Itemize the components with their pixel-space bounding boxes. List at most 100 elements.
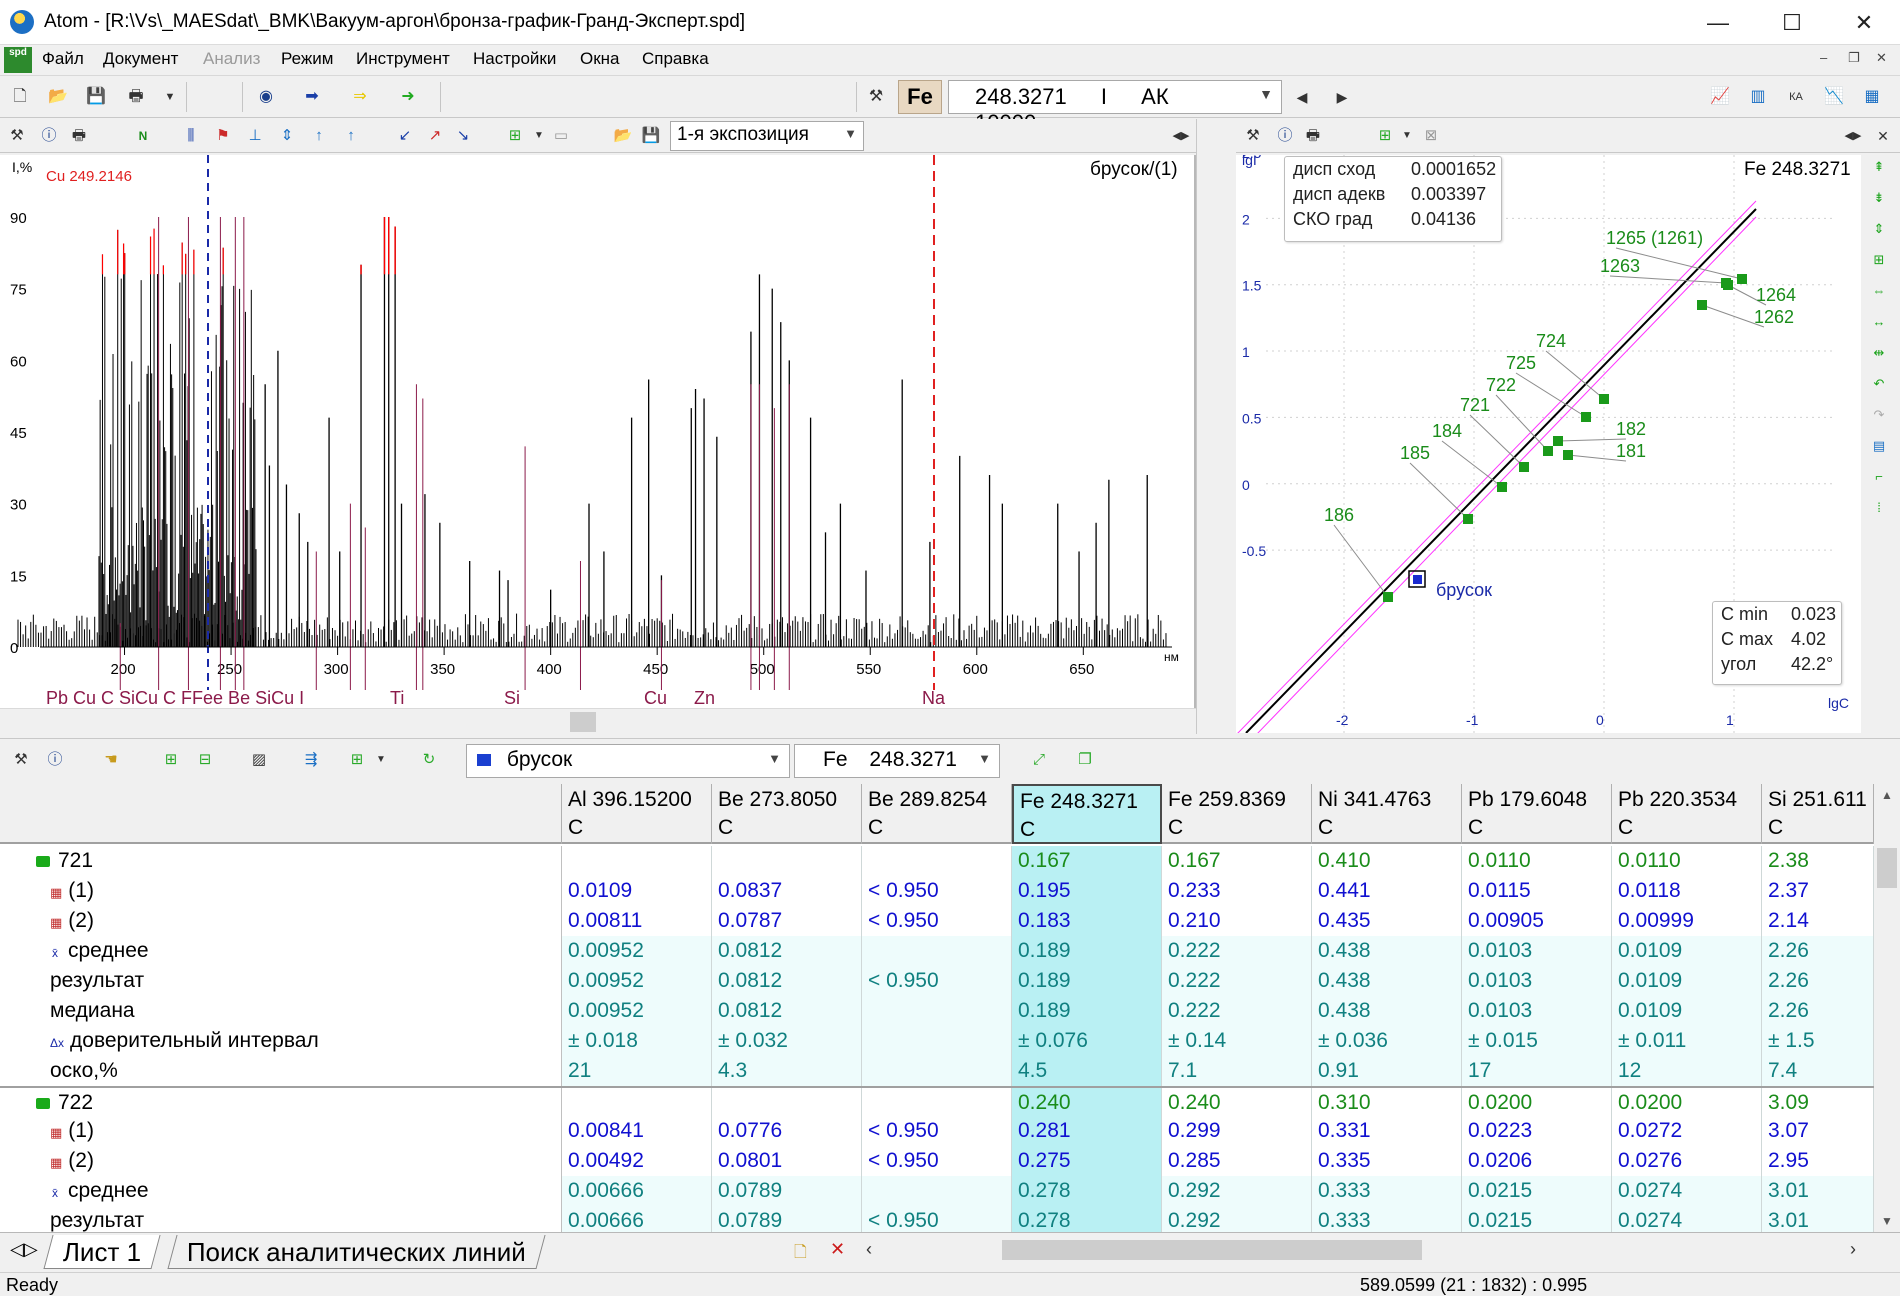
analytical-line-select[interactable]: Fe 248.3271 ▼ xyxy=(794,744,1000,778)
table-cell[interactable]: 0.333 xyxy=(1312,1206,1462,1232)
bars-icon[interactable]: ▥ xyxy=(1746,85,1770,109)
menu-mode[interactable]: Режим xyxy=(281,49,333,69)
element-fe-button[interactable]: Fe xyxy=(898,80,942,114)
close-button[interactable]: ✕ xyxy=(1828,0,1900,45)
column-header[interactable]: Pb 179.6048 C xyxy=(1462,784,1612,844)
table-cell[interactable]: 0.278 xyxy=(1012,1206,1162,1232)
table-row[interactable]: ▦ (1) 0.0109 0.0837 < 0.950 0.195 0.233 0.441 0.… xyxy=(0,876,1874,906)
print-icon[interactable]: 🖶 xyxy=(68,125,90,147)
table-cell[interactable]: 2.37 xyxy=(1762,876,1874,906)
table-cell[interactable]: 0.167 xyxy=(1162,846,1312,876)
undo-zoom-icon[interactable]: ↶ xyxy=(1868,373,1890,395)
up-arrow-icon[interactable]: ↑ xyxy=(308,125,330,147)
tab-scroll-icon[interactable]: ◁▷ xyxy=(10,1239,38,1260)
table-cell[interactable] xyxy=(862,1088,1012,1118)
table-cell[interactable]: 0.00666 xyxy=(562,1176,712,1206)
add-column-icon[interactable]: ⊟ xyxy=(194,749,216,771)
panel-splitter[interactable] xyxy=(1196,119,1236,734)
table-cell[interactable]: ± 0.032 xyxy=(712,1026,862,1056)
tab-analytical-lines-search[interactable]: Поиск аналитических линий xyxy=(167,1235,546,1269)
curve-icon[interactable]: ↗ xyxy=(424,125,446,147)
column-header[interactable]: Be 273.8050 C xyxy=(712,784,862,844)
table-cell[interactable]: 0.0812 xyxy=(712,966,862,996)
table-row[interactable]: Δx доверительный интервал ± 0.018 ± 0.032 ± … xyxy=(0,1026,1874,1056)
scroll-left-icon[interactable]: ‹ xyxy=(866,1239,872,1260)
table-cell[interactable]: 0.0789 xyxy=(712,1176,862,1206)
table-cell[interactable]: 2.95 xyxy=(1762,1146,1874,1176)
table-cell[interactable]: ± 1.5 xyxy=(1762,1026,1874,1056)
table-cell[interactable]: 0.0115 xyxy=(1462,876,1612,906)
open-folder-icon[interactable]: 📂 xyxy=(612,125,634,147)
standard-point[interactable] xyxy=(1519,462,1529,472)
table-cell[interactable]: 0.00811 xyxy=(562,906,712,936)
sort-icon[interactable]: ⇶ xyxy=(300,749,322,771)
table-cell[interactable]: 0.91 xyxy=(1312,1056,1462,1086)
column-header[interactable]: Ni 341.4763 C xyxy=(1312,784,1462,844)
table-cell[interactable]: 2.26 xyxy=(1762,996,1874,1026)
info-icon[interactable]: ⓘ xyxy=(1274,125,1296,147)
table-cell[interactable]: 0.335 xyxy=(1312,1146,1462,1176)
spectrum-panel[interactable]: 90 75 60 45 30 15 0 200 250 300 350 400 450 500 550 60… xyxy=(0,155,1196,708)
table-cell[interactable] xyxy=(562,846,712,876)
table-cell[interactable]: 0.0103 xyxy=(1462,966,1612,996)
table-cell[interactable]: 0.0118 xyxy=(1612,876,1762,906)
table-cell[interactable]: 3.07 xyxy=(1762,1116,1874,1146)
table-cell[interactable]: 0.0274 xyxy=(1612,1176,1762,1206)
table-cell[interactable]: 0.292 xyxy=(1162,1206,1312,1232)
maximize-button[interactable]: ☐ xyxy=(1756,0,1828,45)
table-cell[interactable] xyxy=(862,1026,1012,1056)
column-header[interactable]: Al 396.15200 C xyxy=(562,784,712,844)
trend-icon[interactable]: ⤢ xyxy=(1028,749,1050,771)
table-cell[interactable]: 4.5 xyxy=(1012,1056,1162,1086)
tools-icon[interactable]: ⚒ xyxy=(1242,125,1264,147)
table-cell[interactable]: 0.0200 xyxy=(1462,1088,1612,1118)
fit-icon[interactable]: ⇕ xyxy=(276,125,298,147)
table-cell[interactable]: 0.435 xyxy=(1312,906,1462,936)
new-document-icon[interactable]: 🗋 xyxy=(8,85,32,109)
add-icon[interactable]: ⊞ xyxy=(1374,125,1396,147)
table-cell[interactable] xyxy=(862,1176,1012,1206)
table-cell[interactable]: 0.00952 xyxy=(562,966,712,996)
scroll-right-icon[interactable]: › xyxy=(1850,1239,1856,1260)
table-cell[interactable]: 0.240 xyxy=(1162,1088,1312,1118)
table-cell[interactable]: ± 0.015 xyxy=(1462,1026,1612,1056)
menu-file[interactable]: Файл xyxy=(42,49,84,69)
table-cell[interactable]: 2.26 xyxy=(1762,936,1874,966)
table-row[interactable]: оско,% 21 4.3 4.5 7.1 0.91 17 12 7.4 xyxy=(0,1056,1874,1086)
yellow-arrow-icon[interactable]: ⇒ xyxy=(348,85,372,109)
print-dropdown-icon[interactable]: ▼ xyxy=(158,85,182,109)
panel-close-icon[interactable]: ✕ xyxy=(1872,125,1894,147)
table-cell[interactable]: 0.0787 xyxy=(712,906,862,936)
n-marker-icon[interactable]: N xyxy=(132,125,154,147)
table-cell[interactable]: 0.292 xyxy=(1162,1176,1312,1206)
zoom-out-x-icon[interactable]: ⇹ xyxy=(1868,342,1890,364)
table-cell[interactable]: 0.0215 xyxy=(1462,1176,1612,1206)
calibration-panel[interactable]: 2.521.510.50-0.5-2-101 1265 (1261)126312… xyxy=(1236,155,1861,733)
menu-help[interactable]: Справка xyxy=(642,49,709,69)
grid-scroll-thumb[interactable] xyxy=(1877,848,1897,888)
table-cell[interactable]: < 0.950 xyxy=(862,906,1012,936)
table-cell[interactable]: ± 0.036 xyxy=(1312,1026,1462,1056)
sample-point[interactable] xyxy=(1413,575,1422,584)
layout-icon[interactable]: ▭ xyxy=(550,125,572,147)
next-line-icon[interactable]: ▶ xyxy=(1330,85,1354,109)
table-cell[interactable]: 7.1 xyxy=(1162,1056,1312,1086)
table-cell[interactable]: 0.0206 xyxy=(1462,1146,1612,1176)
table-cell[interactable]: 0.189 xyxy=(1012,996,1162,1026)
graph-icon[interactable]: 📉 xyxy=(1822,85,1846,109)
table-cell[interactable]: 0.331 xyxy=(1312,1116,1462,1146)
group-row[interactable]: 721 0.167 0.167 0.410 0.0110 0.0110 2.38 xyxy=(0,846,1874,876)
mdi-minimize-icon[interactable]: – xyxy=(1820,50,1827,65)
table-cell[interactable]: 0.0837 xyxy=(712,876,862,906)
zoom-out-y-icon[interactable]: ⇟ xyxy=(1868,187,1890,209)
column-header-active[interactable]: Fe 248.3271 C xyxy=(1012,784,1162,844)
grid-hscroll-thumb[interactable] xyxy=(1002,1240,1422,1260)
table-cell[interactable]: 0.410 xyxy=(1312,846,1462,876)
table-cell[interactable]: 3.01 xyxy=(1762,1176,1874,1206)
table-cell[interactable]: 0.233 xyxy=(1162,876,1312,906)
table-row[interactable]: x̄ среднее 0.00666 0.0789 0.278 0.292 0.333 0.0… xyxy=(0,1176,1874,1206)
table-cell[interactable]: 0.0200 xyxy=(1612,1088,1762,1118)
panel-dock-icon[interactable]: ◀▶ xyxy=(1170,125,1192,147)
exposure-select[interactable]: 1-я экспозиция ▼ xyxy=(670,121,864,151)
group-row[interactable]: 722 0.240 0.240 0.310 0.0200 0.0200 3.09 xyxy=(0,1086,1874,1118)
